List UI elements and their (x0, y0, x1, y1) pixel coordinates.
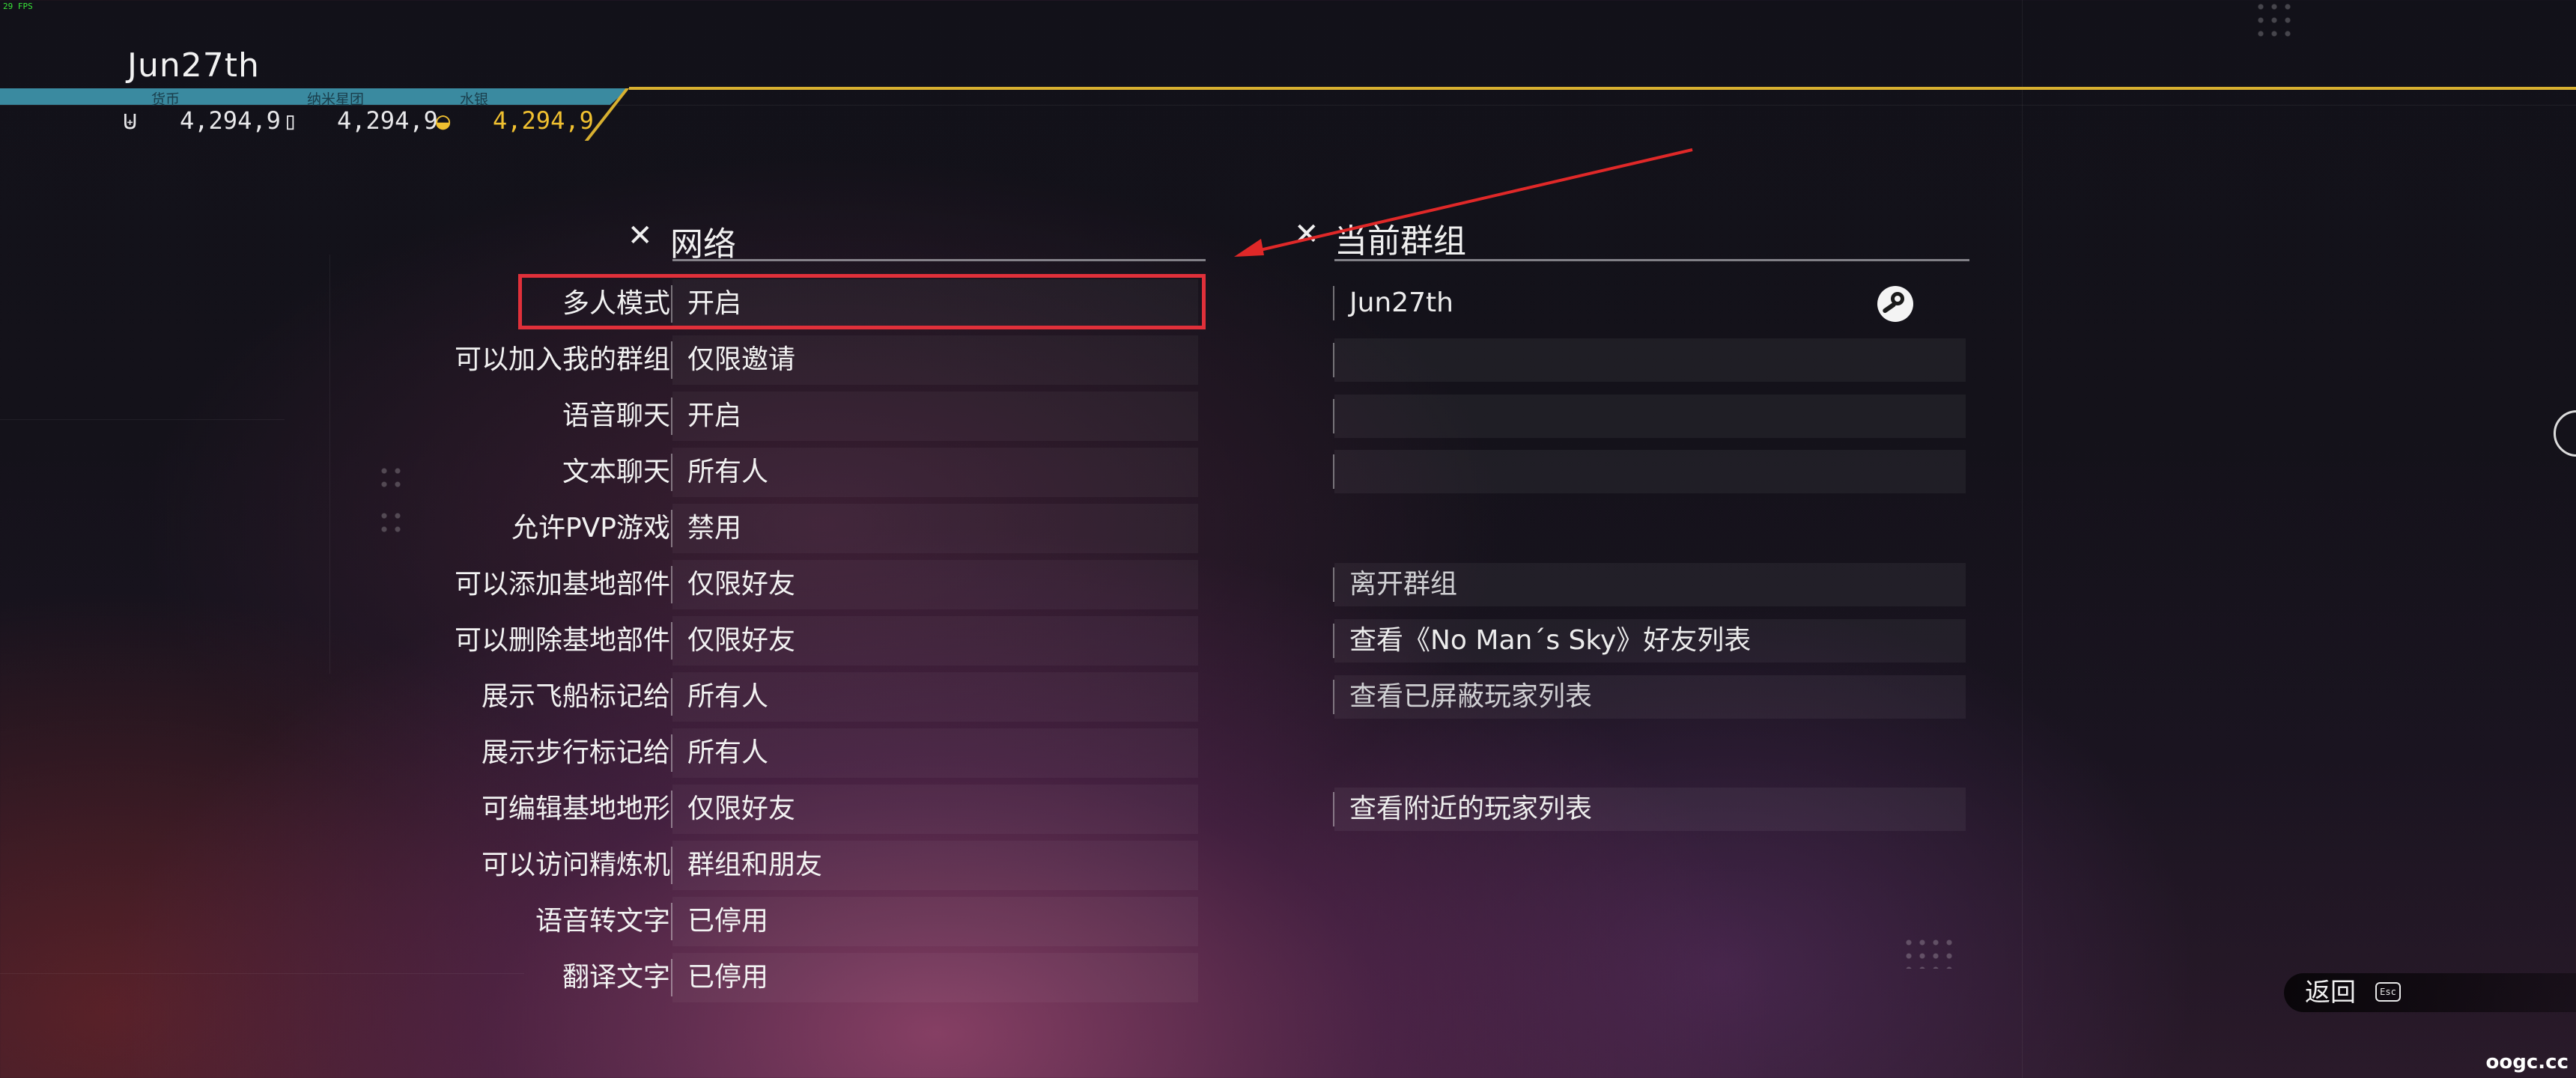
units-icon: ⊎ (123, 106, 138, 135)
action-label: 查看已屏蔽玩家列表 (1349, 681, 1593, 712)
back-label: 返回 (2305, 978, 2356, 1008)
setting-label: 可以删除基地部件 (454, 625, 670, 656)
leave-group-button[interactable]: 离开群组 (1333, 563, 1966, 606)
group-member-name: Jun27th (1349, 287, 1453, 318)
setting-value[interactable]: 所有人 (672, 672, 1198, 722)
nanite-value: 4,294,9 (337, 106, 438, 135)
tools-icon: ✕ (628, 219, 653, 253)
setting-label: 展示步行标记给 (481, 737, 670, 768)
annotation-arrow (1234, 148, 1693, 257)
side-nav-button[interactable] (2554, 410, 2576, 457)
setting-value[interactable]: 禁用 (672, 504, 1198, 553)
setting-row-join-group[interactable]: 可以加入我的群组 仅限邀请 (374, 335, 1202, 385)
back-button[interactable]: 返回 Esc (2284, 973, 2576, 1012)
view-friends-button[interactable]: 查看《No Man´s Sky》好友列表 (1333, 619, 1966, 663)
empty-slot (1334, 450, 1966, 493)
setting-value[interactable]: 仅限好友 (672, 560, 1198, 609)
bg-dots (1902, 936, 1956, 969)
steam-icon (1877, 286, 1913, 322)
setting-row-refiner-access[interactable]: 可以访问精炼机 群组和朋友 (374, 841, 1202, 890)
bg-line (2022, 0, 2023, 1078)
setting-label: 可以添加基地部件 (454, 569, 670, 600)
setting-label: 展示飞船标记给 (481, 681, 670, 712)
player-name: Jun27th (127, 46, 260, 85)
setting-label: 文本聊天 (562, 457, 670, 487)
setting-row-delete-base-parts[interactable]: 可以删除基地部件 仅限好友 (374, 616, 1202, 666)
row-divider (1333, 286, 1334, 320)
view-blocked-button[interactable]: 查看已屏蔽玩家列表 (1333, 675, 1966, 719)
esc-key-icon: Esc (2375, 982, 2401, 1002)
bg-line (0, 419, 285, 420)
setting-value[interactable]: 群组和朋友 (672, 841, 1198, 890)
setting-label: 语音聊天 (562, 401, 670, 431)
nanite-icon: ▯ (283, 106, 298, 135)
setting-value[interactable]: 仅限好友 (672, 616, 1198, 666)
setting-row-add-base-parts[interactable]: 可以添加基地部件 仅限好友 (374, 560, 1202, 609)
setting-label: 可以加入我的群组 (454, 344, 670, 375)
setting-value[interactable]: 已停用 (672, 897, 1198, 946)
group-member-row[interactable] (1333, 450, 1966, 493)
currency-label: 货币 (151, 91, 180, 108)
setting-row-walk-marker[interactable]: 展示步行标记给 所有人 (374, 728, 1202, 778)
action-label: 查看《No Man´s Sky》好友列表 (1349, 625, 1752, 656)
network-title: 网络 (670, 225, 736, 264)
group-member-row[interactable] (1333, 338, 1966, 382)
setting-label: 允许PVP游戏 (511, 513, 670, 543)
setting-row-voice-chat[interactable]: 语音聊天 开启 (374, 392, 1202, 441)
quicksilver-value: 4,294,9 (493, 106, 594, 135)
setting-row-edit-terrain[interactable]: 可编辑基地地形 仅限好友 (374, 785, 1202, 834)
setting-row-ship-marker[interactable]: 展示飞船标记给 所有人 (374, 672, 1202, 722)
header-accent-line (629, 87, 2576, 90)
bg-dots (2254, 0, 2294, 40)
setting-value[interactable]: 开启 (672, 392, 1198, 441)
setting-value[interactable]: 所有人 (672, 728, 1198, 778)
setting-label: 翻译文字 (562, 962, 670, 993)
setting-row-translate-text[interactable]: 翻译文字 已停用 (374, 953, 1202, 1002)
highlight-box (518, 274, 1206, 329)
setting-label: 语音转文字 (535, 906, 670, 937)
setting-label: 可以访问精炼机 (481, 850, 670, 880)
view-nearby-button[interactable]: 查看附近的玩家列表 (1333, 788, 1966, 831)
currency-labels: 货币 纳米星团 水银 (0, 88, 629, 108)
setting-row-text-chat[interactable]: 文本聊天 所有人 (374, 448, 1202, 497)
currency-label: 水银 (460, 91, 489, 108)
currency-values: ⊎ 4,294,9 ▯ 4,294,9 ◒ 4,294,9 (0, 106, 629, 136)
empty-slot (1334, 338, 1966, 382)
setting-value[interactable]: 仅限好友 (672, 785, 1198, 834)
setting-value[interactable]: 仅限邀请 (672, 335, 1198, 385)
setting-value[interactable]: 所有人 (672, 448, 1198, 497)
setting-row-pvp[interactable]: 允许PVP游戏 禁用 (374, 504, 1202, 553)
empty-slot (1334, 395, 1966, 438)
action-label: 查看附近的玩家列表 (1349, 794, 1593, 824)
watermark: oogc.cc (2485, 1051, 2569, 1074)
setting-value[interactable]: 已停用 (672, 953, 1198, 1002)
group-member-row[interactable] (1333, 395, 1966, 438)
action-label: 离开群组 (1349, 569, 1458, 600)
bg-line (329, 255, 330, 674)
currency-label: 纳米星团 (307, 91, 365, 108)
quicksilver-icon: ◒ (436, 106, 451, 135)
setting-label: 可编辑基地地形 (481, 794, 670, 824)
units-value: 4,294,9 (180, 106, 281, 135)
group-member-row[interactable]: Jun27th (1333, 281, 1966, 325)
bg-line (0, 105, 2576, 106)
setting-row-speech-to-text[interactable]: 语音转文字 已停用 (374, 897, 1202, 946)
fps-counter: 29 FPS (3, 1, 33, 11)
network-title-underline (672, 259, 1206, 261)
